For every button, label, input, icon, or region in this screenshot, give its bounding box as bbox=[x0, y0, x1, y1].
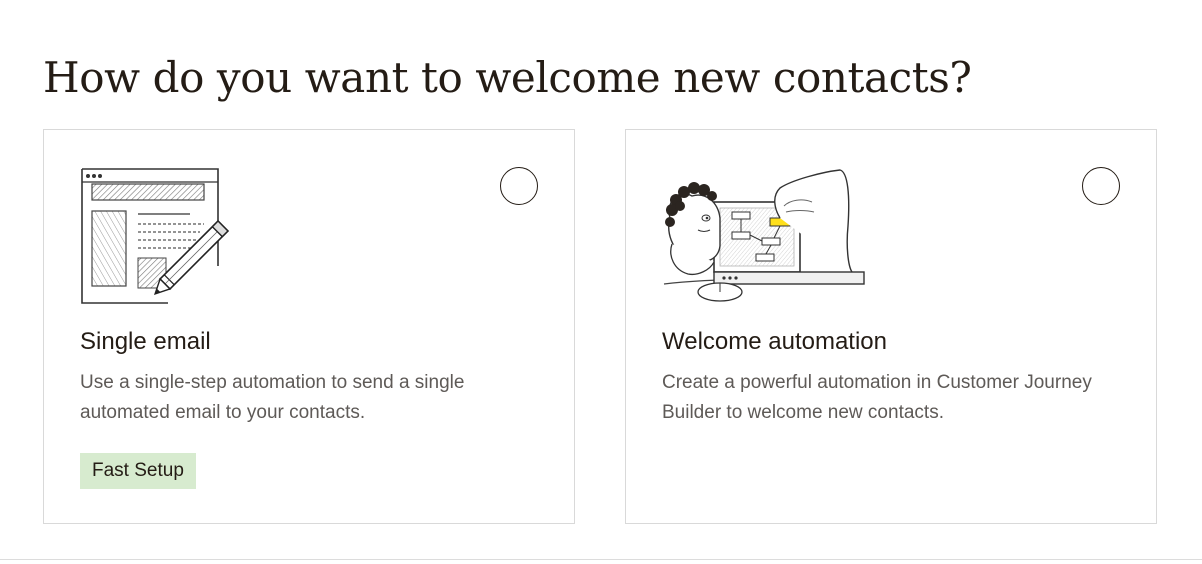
single-email-title: Single email bbox=[80, 328, 211, 355]
email-editor-illustration bbox=[80, 166, 244, 311]
fast-setup-badge: Fast Setup bbox=[80, 453, 196, 489]
option-card-single-email[interactable]: Single email Use a single-step automatio… bbox=[43, 129, 575, 524]
welcome-automation-description: Create a powerful automation in Customer… bbox=[662, 372, 1092, 423]
option-card-welcome-automation[interactable]: Welcome automation Create a powerful aut… bbox=[625, 129, 1157, 524]
welcome-automation-title: Welcome automation bbox=[662, 328, 887, 355]
welcome-option-page: How do you want to welcome new contacts? bbox=[0, 0, 1202, 564]
single-email-radio[interactable] bbox=[500, 167, 538, 205]
single-email-description: Use a single-step automation to send a s… bbox=[80, 372, 465, 423]
welcome-automation-radio[interactable] bbox=[1082, 167, 1120, 205]
footer-divider bbox=[0, 559, 1202, 560]
journey-builder-illustration bbox=[662, 166, 872, 311]
page-title: How do you want to welcome new contacts? bbox=[43, 53, 972, 102]
